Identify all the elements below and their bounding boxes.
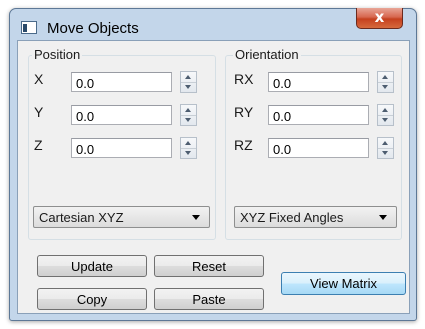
coordinate-system-dropdown[interactable]: Cartesian XYZ <box>33 206 210 228</box>
arrow-up-icon <box>382 141 388 145</box>
arrow-up-icon <box>185 108 191 112</box>
y-label: Y <box>34 104 44 120</box>
z-field[interactable] <box>71 138 172 158</box>
move-objects-dialog: Move Objects x Position X Y Z <box>9 8 417 321</box>
rx-label: RX <box>234 71 254 87</box>
orientation-group-label: Orientation <box>233 47 301 62</box>
rz-label: RZ <box>234 137 253 153</box>
ry-spinner[interactable] <box>377 104 394 126</box>
update-button[interactable]: Update <box>37 255 147 277</box>
arrow-down-icon <box>185 151 191 155</box>
arrow-down-icon <box>382 85 388 89</box>
close-button[interactable]: x <box>356 8 403 29</box>
x-spinner[interactable] <box>180 71 197 93</box>
ry-field[interactable] <box>268 105 369 125</box>
x-field[interactable] <box>71 72 172 92</box>
rx-spinner[interactable] <box>377 71 394 93</box>
chevron-down-icon <box>379 215 387 220</box>
orientation-group: Orientation RX RY RZ XYZ Fixed Angles <box>225 47 402 240</box>
view-matrix-button[interactable]: View Matrix <box>281 272 406 295</box>
rx-spin-down-button[interactable] <box>378 82 393 92</box>
dialog-client-area: Position X Y Z Cartesian XYZ <box>17 40 410 314</box>
y-field[interactable] <box>71 105 172 125</box>
app-window-icon <box>21 21 37 34</box>
z-spin-down-button[interactable] <box>181 148 196 158</box>
rz-field[interactable] <box>268 138 369 158</box>
y-spin-down-button[interactable] <box>181 115 196 125</box>
z-spinner[interactable] <box>180 137 197 159</box>
x-label: X <box>34 71 44 87</box>
arrow-down-icon <box>382 151 388 155</box>
rz-spinner[interactable] <box>377 137 394 159</box>
position-group-label: Position <box>32 47 83 62</box>
chevron-down-icon <box>192 215 200 220</box>
title-bar[interactable]: Move Objects x <box>10 8 416 40</box>
rx-field[interactable] <box>268 72 369 92</box>
arrow-up-icon <box>185 75 191 79</box>
rz-spin-down-button[interactable] <box>378 148 393 158</box>
arrow-up-icon <box>382 108 388 112</box>
arrow-down-icon <box>382 118 388 122</box>
reset-button[interactable]: Reset <box>154 255 264 277</box>
copy-button[interactable]: Copy <box>37 288 147 310</box>
z-label: Z <box>34 137 43 153</box>
ry-spin-down-button[interactable] <box>378 115 393 125</box>
ry-label: RY <box>234 104 254 120</box>
arrow-down-icon <box>185 118 191 122</box>
paste-button[interactable]: Paste <box>154 288 264 310</box>
coordinate-system-value: Cartesian XYZ <box>39 210 124 225</box>
position-group: Position X Y Z Cartesian XYZ <box>28 47 216 240</box>
angle-convention-dropdown[interactable]: XYZ Fixed Angles <box>234 206 397 228</box>
x-spin-down-button[interactable] <box>181 82 196 92</box>
window-title: Move Objects <box>47 20 139 37</box>
y-spinner[interactable] <box>180 104 197 126</box>
angle-convention-value: XYZ Fixed Angles <box>240 210 344 225</box>
arrow-up-icon <box>382 75 388 79</box>
arrow-down-icon <box>185 85 191 89</box>
arrow-up-icon <box>185 141 191 145</box>
